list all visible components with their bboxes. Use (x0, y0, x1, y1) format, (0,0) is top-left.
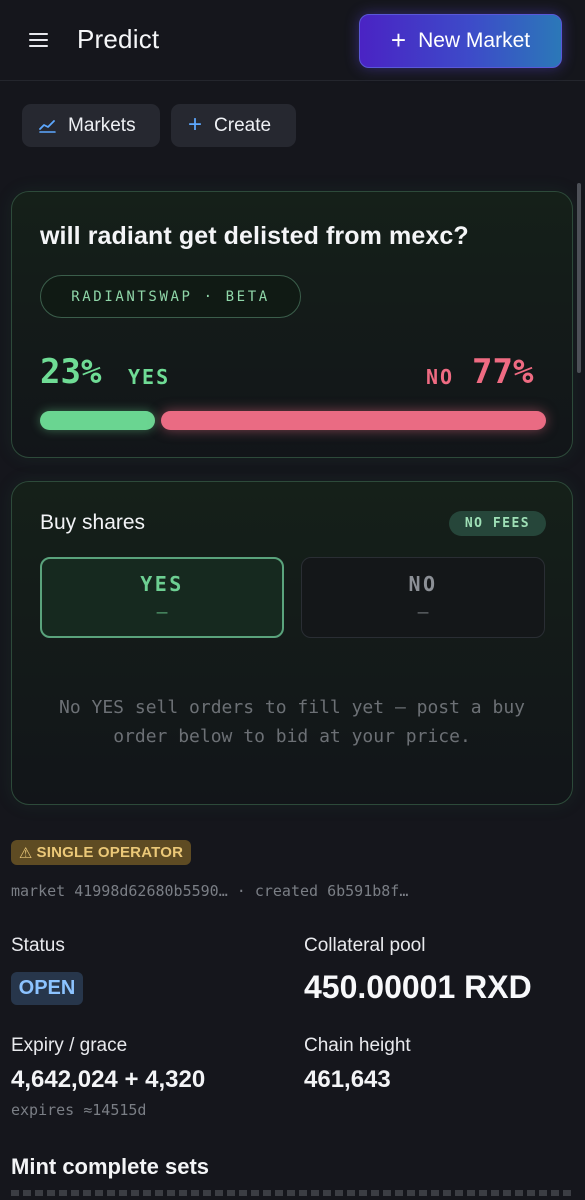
market-tag: RADIANTSWAP · BETA (40, 275, 301, 318)
chart-line-icon (39, 119, 56, 133)
yes-label: YES (128, 365, 171, 389)
expiry-value: 4,642,024 + 4,320 (11, 1066, 206, 1093)
buy-yes-option[interactable]: YES — (40, 557, 284, 638)
market-meta-line: market 41998d62680b5590… · created 6b591… (11, 882, 409, 900)
new-market-button[interactable]: + New Market (359, 14, 562, 68)
expiry-label: Expiry / grace (11, 1035, 128, 1056)
app-title: Predict (77, 24, 160, 54)
buy-no-label: NO (408, 572, 438, 596)
scrollbar[interactable] (577, 183, 581, 373)
buy-yes-label: YES (140, 572, 184, 596)
no-probability-bar (161, 411, 546, 430)
collateral-pool-value: 450.00001 RXD (304, 969, 532, 1005)
no-label: NO (426, 365, 455, 389)
create-nav-button[interactable]: + Create (171, 104, 296, 147)
chain-height-value: 461,643 (304, 1066, 391, 1093)
warning-icon: ⚠ (18, 844, 33, 862)
collateral-pool-label: Collateral pool (304, 935, 426, 956)
buy-yes-price: — (156, 602, 168, 623)
plus-icon: + (390, 25, 407, 55)
no-percent: 77% (472, 352, 534, 392)
markets-nav-button[interactable]: Markets (22, 104, 160, 147)
market-question: will radiant get delisted from mexc? (40, 222, 469, 250)
buy-shares-title: Buy shares (40, 511, 146, 534)
top-bar: Predict + New Market (0, 0, 585, 81)
cut-off-text (11, 1190, 571, 1196)
yes-percent: 23% (40, 352, 102, 392)
buy-no-price: — (417, 602, 429, 623)
market-card: will radiant get delisted from mexc? RAD… (11, 191, 573, 458)
hamburger-menu-icon[interactable] (29, 33, 48, 48)
buy-shares-card: Buy shares NO FEES YES — NO — No YES sel… (11, 481, 573, 805)
single-operator-badge: ⚠ SINGLE OPERATOR (11, 840, 191, 865)
create-nav-label: Create (214, 114, 272, 136)
new-market-label: New Market (418, 29, 531, 52)
markets-nav-label: Markets (68, 114, 136, 136)
mint-complete-sets-title: Mint complete sets (11, 1154, 210, 1179)
plus-icon: + (188, 110, 203, 138)
yes-probability-bar (40, 411, 155, 430)
status-badge: OPEN (11, 972, 83, 1005)
no-fees-badge: NO FEES (449, 511, 546, 536)
expiry-subtext: expires ≈14515d (11, 1101, 147, 1119)
chain-height-label: Chain height (304, 1035, 411, 1056)
status-label: Status (11, 935, 65, 956)
buy-no-option[interactable]: NO — (301, 557, 545, 638)
single-operator-label: SINGLE OPERATOR (36, 844, 184, 861)
empty-orders-message: No YES sell orders to fill yet — post a … (59, 697, 525, 747)
